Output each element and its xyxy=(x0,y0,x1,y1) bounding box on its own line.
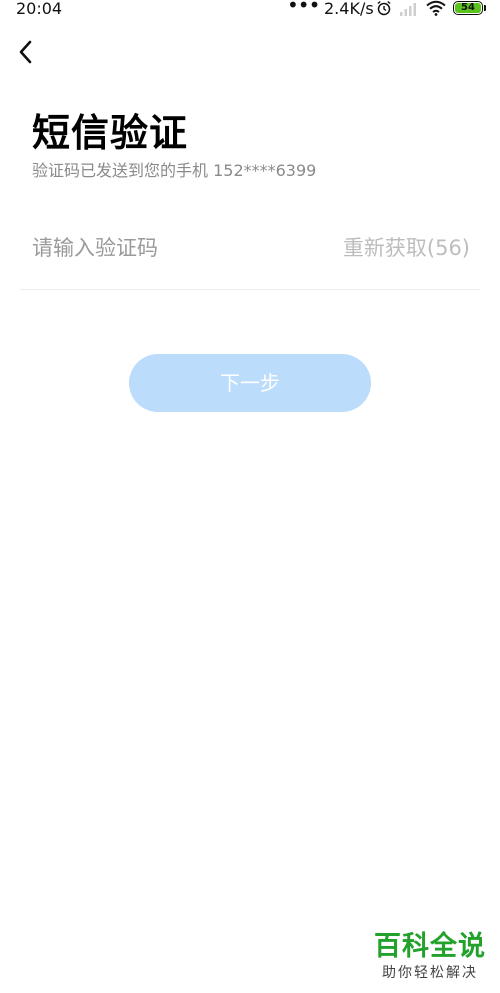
watermark-subtitle: 助你轻松解决 xyxy=(382,965,478,981)
battery-icon: 54 xyxy=(453,1,486,15)
back-button[interactable] xyxy=(14,38,40,66)
battery-level: 54 xyxy=(455,3,481,13)
watermark-title: 百科全说 xyxy=(374,931,486,962)
signal-icon xyxy=(400,3,416,16)
watermark-logo: 百科全说 助你轻松解决 xyxy=(374,930,486,982)
phone-sent-notice: 验证码已发送到您的手机 152****6399 xyxy=(32,161,317,180)
next-step-button[interactable]: 下一步 xyxy=(129,354,371,412)
alarm-icon xyxy=(377,0,391,16)
battery-nub xyxy=(484,5,486,11)
wifi-icon xyxy=(426,0,446,16)
resend-code-button[interactable]: 重新获取(56) xyxy=(343,232,470,262)
network-speed: 2.4K/s xyxy=(324,0,374,18)
status-time: 20:04 xyxy=(16,0,63,18)
more-dots-icon: ••• xyxy=(287,0,320,17)
status-bar: 20:04 ••• 2.4K/s 54 xyxy=(0,0,500,18)
page-title: 短信验证 xyxy=(32,111,189,155)
verification-code-row: 重新获取(56) xyxy=(20,222,480,290)
chevron-left-icon xyxy=(19,40,32,64)
verification-code-input[interactable] xyxy=(32,228,322,268)
sms-verification-screen: 20:04 ••• 2.4K/s 54 短信验证 验证码已发送到您的手机 152… xyxy=(0,0,500,993)
